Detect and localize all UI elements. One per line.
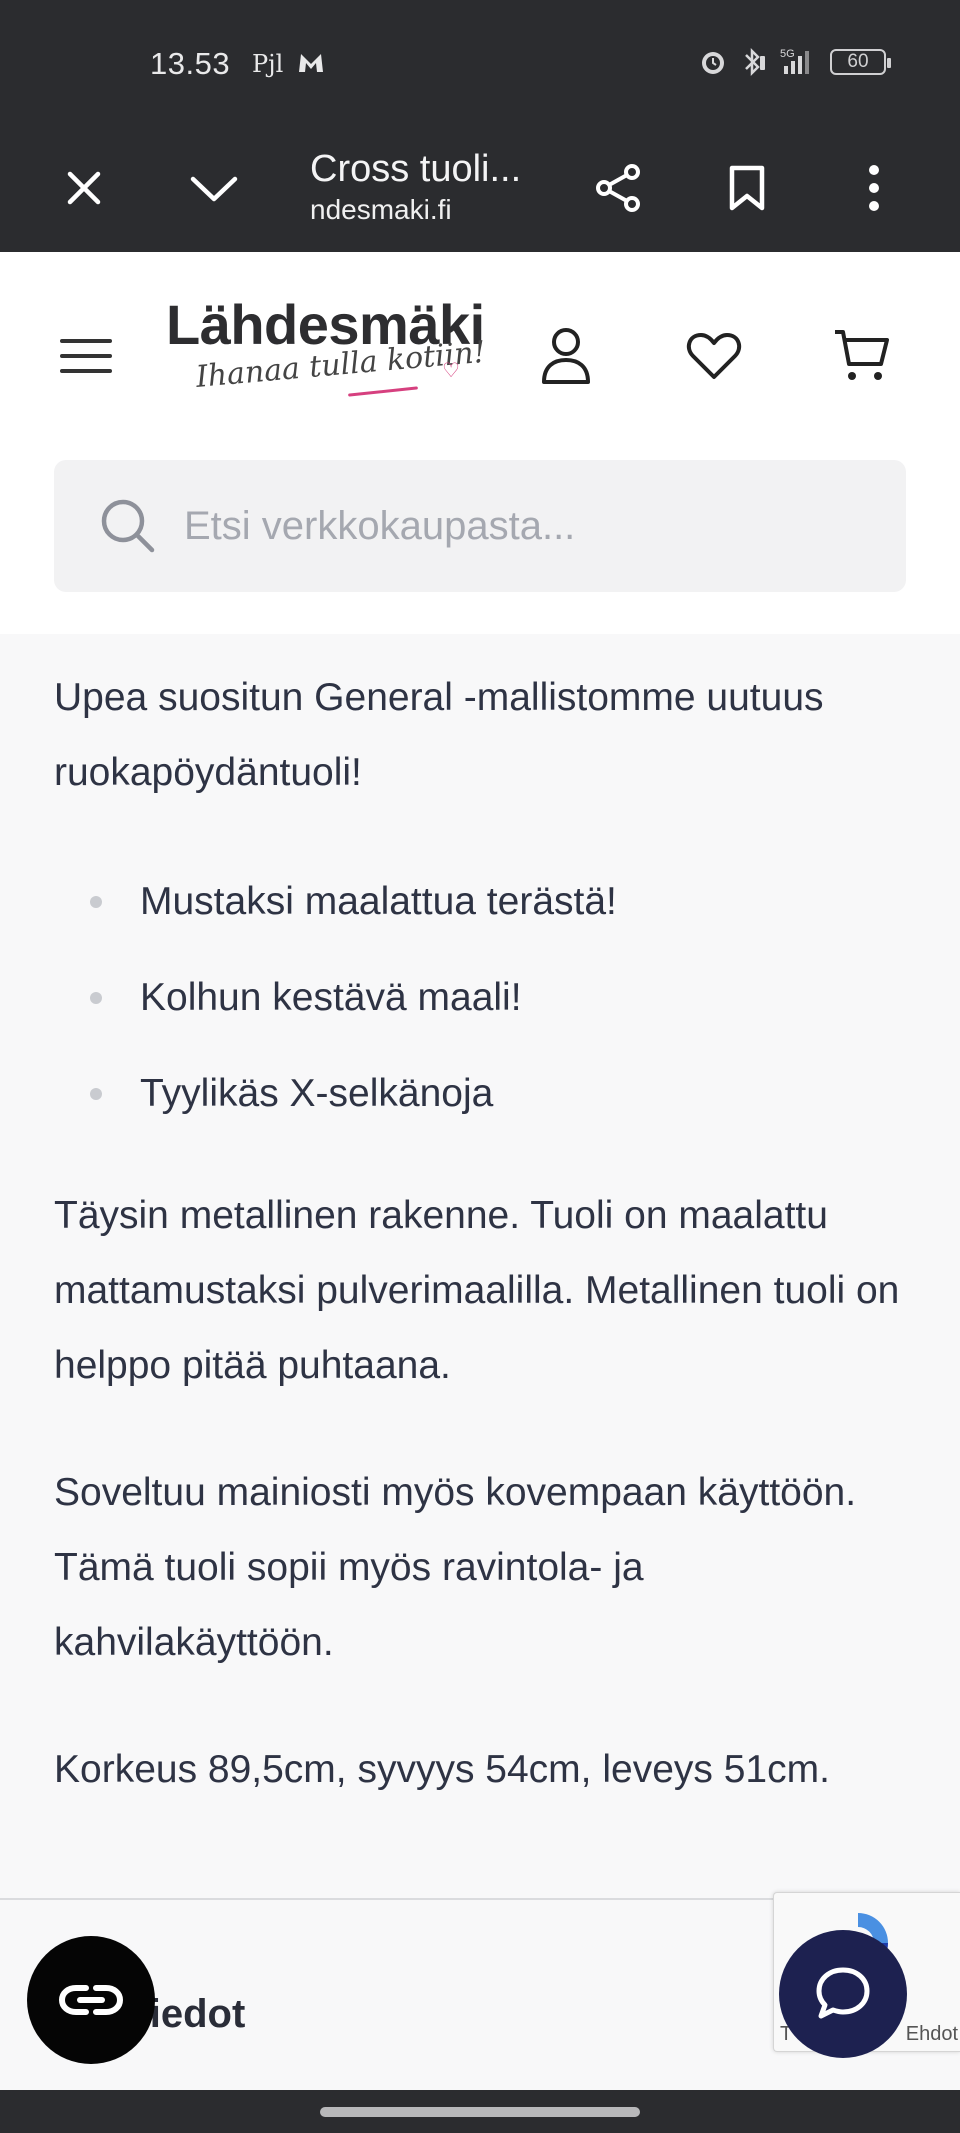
battery-indicator: 60 bbox=[830, 49, 891, 75]
feature-list: Mustaksi maalattua terästä! Kolhun kestä… bbox=[54, 854, 914, 1142]
chat-bubble-icon bbox=[816, 1967, 870, 2019]
chevron-down-icon bbox=[190, 176, 238, 202]
feature-item: Tyylikäs X-selkänoja bbox=[54, 1046, 914, 1142]
browser-toolbar: Cross tuoli... ndesmaki.fi bbox=[0, 128, 960, 252]
accessibility-link-icon bbox=[58, 1985, 124, 2015]
feature-item: Kolhun kestävä maali! bbox=[54, 950, 914, 1046]
system-nav-bar bbox=[0, 2090, 960, 2133]
page-title[interactable]: Cross tuoli... bbox=[310, 148, 521, 191]
bookmark-button[interactable] bbox=[711, 152, 783, 224]
close-icon bbox=[67, 171, 101, 205]
page-url[interactable]: ndesmaki.fi bbox=[310, 194, 452, 226]
share-button[interactable] bbox=[582, 152, 654, 224]
menu-button[interactable] bbox=[54, 324, 118, 388]
app-notification-icon bbox=[299, 54, 323, 72]
site-header: Lähdesmäki Ihanaa tulla kotiin! ♡ bbox=[0, 252, 960, 634]
logo-heart-icon: ♡ bbox=[442, 360, 460, 382]
product-dimensions: Korkeus 89,5cm, syvyys 54cm, leveys 51cm… bbox=[54, 1748, 830, 1791]
minimize-button[interactable] bbox=[178, 152, 250, 224]
network-label: 5G bbox=[780, 48, 795, 60]
description-paragraph: Täysin metallinen rakenne. Tuoli on maal… bbox=[54, 1194, 900, 1387]
product-description: Upea suositun General -mallistomme uutuu… bbox=[54, 660, 914, 1859]
alarm-icon bbox=[702, 52, 724, 74]
search-icon bbox=[101, 499, 155, 553]
home-gesture-handle[interactable] bbox=[320, 2107, 640, 2117]
status-icons: 5G 60 bbox=[698, 46, 891, 78]
logo-underline bbox=[348, 386, 418, 397]
menu-icon bbox=[60, 339, 112, 373]
bookmark-icon bbox=[729, 165, 765, 211]
recaptcha-terms-link[interactable]: Ehdot bbox=[906, 2023, 958, 2046]
cart-icon bbox=[835, 330, 889, 380]
description-intro: Upea suositun General -mallistomme uutuu… bbox=[54, 676, 824, 794]
more-vert-icon bbox=[869, 165, 879, 211]
feature-item: Mustaksi maalattua terästä! bbox=[54, 854, 914, 950]
share-icon bbox=[596, 164, 640, 212]
close-tab-button[interactable] bbox=[48, 152, 120, 224]
signal-5g-icon: 5G bbox=[780, 48, 809, 74]
bluetooth-icon bbox=[745, 47, 765, 77]
search-input[interactable] bbox=[184, 490, 864, 562]
user-icon bbox=[542, 328, 590, 384]
status-time: 13.53 bbox=[150, 46, 231, 81]
battery-level: 60 bbox=[847, 51, 869, 72]
account-button[interactable] bbox=[534, 324, 598, 388]
status-bar: 13.53 Pjl 5G 60 bbox=[0, 0, 960, 128]
wishlist-button[interactable] bbox=[682, 324, 746, 388]
cart-button[interactable] bbox=[830, 324, 894, 388]
carrier-label: Pjl bbox=[252, 50, 284, 78]
accessibility-button[interactable] bbox=[27, 1936, 155, 2064]
search-bar[interactable] bbox=[54, 460, 906, 592]
chat-button[interactable] bbox=[779, 1930, 907, 2058]
description-paragraph: Soveltuu mainiosti myös kovempaan käyttö… bbox=[54, 1471, 857, 1664]
more-options-button[interactable] bbox=[838, 152, 910, 224]
heart-icon bbox=[686, 333, 742, 379]
